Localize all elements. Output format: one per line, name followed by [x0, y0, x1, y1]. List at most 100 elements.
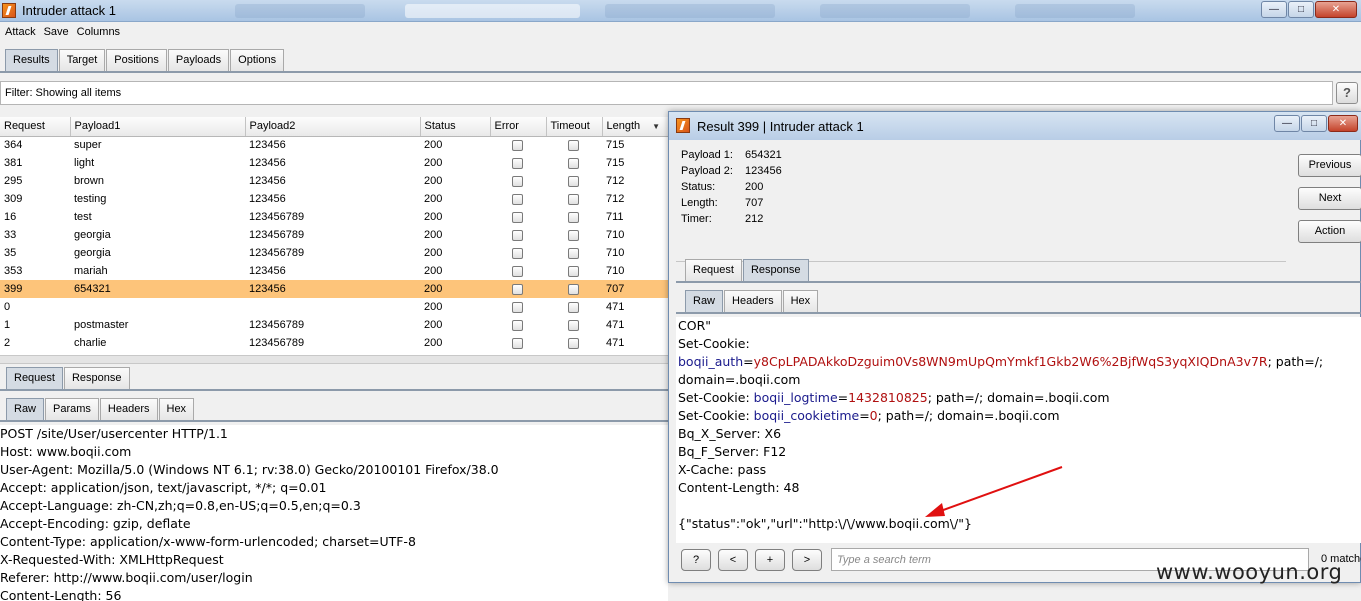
search-next-button[interactable]: > — [792, 549, 822, 571]
cell-status: 200 — [424, 301, 443, 313]
tab-results[interactable]: Results — [5, 49, 58, 71]
filter-help-button[interactable]: ? — [1336, 82, 1358, 104]
request-editor[interactable]: POST /site/User/usercenter HTTP/1.1 Host:… — [0, 425, 668, 601]
sort-desc-icon: ▼ — [652, 122, 661, 132]
detail-tabs: Request Response — [6, 367, 131, 389]
table-row[interactable]: 16 test 123456789 200 711 — [0, 208, 668, 226]
cell-payload1: georgia — [74, 229, 111, 241]
maximize-button[interactable]: □ — [1288, 1, 1314, 18]
table-row[interactable]: 295 brown 123456 200 712 — [0, 172, 668, 190]
error-checkbox[interactable] — [512, 337, 523, 349]
tab-positions[interactable]: Positions — [106, 49, 167, 71]
tab-options[interactable]: Options — [230, 49, 285, 71]
timeout-checkbox[interactable] — [568, 229, 579, 241]
popup-tab-raw[interactable]: Raw — [685, 290, 724, 312]
popup-close-button[interactable]: ✕ — [1328, 115, 1358, 132]
col-error[interactable]: Error — [490, 117, 547, 137]
error-checkbox[interactable] — [512, 157, 523, 169]
tab-headers[interactable]: Headers — [99, 398, 158, 420]
tab-payloads[interactable]: Payloads — [167, 49, 230, 71]
filter-bar[interactable]: Filter: Showing all items — [0, 81, 1333, 105]
timeout-checkbox[interactable] — [568, 283, 579, 295]
col-payload1[interactable]: Payload1 — [70, 117, 246, 137]
tab-raw[interactable]: Raw — [6, 398, 45, 420]
col-timeout[interactable]: Timeout — [546, 117, 603, 137]
action-button[interactable]: Action — [1298, 220, 1361, 243]
next-button[interactable]: Next — [1298, 187, 1361, 210]
menu-attack[interactable]: Attack — [0, 23, 39, 38]
timeout-checkbox[interactable] — [568, 139, 579, 151]
cell-timeout — [546, 172, 602, 190]
response-line: Set-Cookie: boqii_cookietime=0; path=/; … — [678, 407, 1360, 425]
timeout-checkbox[interactable] — [568, 337, 579, 349]
col-status[interactable]: Status — [420, 117, 491, 137]
table-row[interactable]: 353 mariah 123456 200 710 — [0, 262, 668, 280]
error-checkbox[interactable] — [512, 265, 523, 277]
menu-columns[interactable]: Columns — [72, 23, 123, 38]
menu-save[interactable]: Save — [39, 23, 72, 38]
table-row[interactable]: 364 super 123456 200 715 — [0, 136, 668, 154]
table-row[interactable]: 0 200 471 — [0, 298, 668, 316]
response-editor[interactable]: COR" Set-Cookie: boqii_auth=y8CpLPADAkko… — [676, 317, 1361, 543]
table-row[interactable]: 35 georgia 123456789 200 710 — [0, 244, 668, 262]
error-checkbox[interactable] — [512, 229, 523, 241]
timeout-checkbox[interactable] — [568, 193, 579, 205]
table-row[interactable]: 2 charlie 123456789 200 471 — [0, 334, 668, 352]
tab-response[interactable]: Response — [63, 367, 130, 389]
search-prev-button[interactable]: < — [718, 549, 748, 571]
col-payload2[interactable]: Payload2 — [245, 117, 421, 137]
request-line: User-Agent: Mozilla/5.0 (Windows NT 6.1;… — [0, 462, 499, 477]
timeout-checkbox[interactable] — [568, 247, 579, 259]
timeout-checkbox[interactable] — [568, 265, 579, 277]
cell-request: 353 — [4, 265, 23, 277]
popup-tab-headers[interactable]: Headers — [724, 290, 782, 312]
request-line: Referer: http://www.boqii.com/user/login — [0, 570, 253, 585]
col-length[interactable]: Length ▼ — [602, 117, 668, 137]
timeout-checkbox[interactable] — [568, 157, 579, 169]
table-row[interactable]: 33 georgia 123456789 200 710 — [0, 226, 668, 244]
cell-timeout — [546, 190, 602, 208]
error-checkbox[interactable] — [512, 193, 523, 205]
search-add-button[interactable]: + — [755, 549, 785, 571]
title-bar: Intruder attack 1 — □ ✕ — [0, 0, 1361, 22]
tab-request[interactable]: Request — [6, 367, 63, 389]
response-line: X-Cache: pass — [678, 462, 767, 477]
popup-maximize-button[interactable]: □ — [1301, 115, 1327, 132]
table-row[interactable]: 1 postmaster 123456789 200 471 — [0, 316, 668, 334]
col-request[interactable]: Request — [0, 117, 71, 137]
error-checkbox[interactable] — [512, 319, 523, 331]
popup-minimize-button[interactable]: — — [1274, 115, 1300, 132]
cell-length: 471 — [606, 319, 625, 331]
error-checkbox[interactable] — [512, 283, 523, 295]
cell-error — [490, 190, 546, 208]
timeout-checkbox[interactable] — [568, 211, 579, 223]
popup-view-tab-divider — [676, 312, 1361, 314]
error-checkbox[interactable] — [512, 175, 523, 187]
popup-tab-request[interactable]: Request — [685, 259, 742, 281]
split-divider[interactable] — [0, 355, 668, 364]
main-tabs: Results Target Positions Payloads Option… — [5, 49, 285, 71]
error-checkbox[interactable] — [512, 301, 523, 313]
popup-tab-response[interactable]: Response — [742, 259, 809, 281]
table-row[interactable]: 309 testing 123456 200 712 — [0, 190, 668, 208]
tab-params[interactable]: Params — [45, 398, 99, 420]
timeout-checkbox[interactable] — [568, 175, 579, 187]
cookie-eq: = — [837, 390, 849, 405]
search-help-button[interactable]: ? — [681, 549, 711, 571]
timeout-checkbox[interactable] — [568, 301, 579, 313]
error-checkbox[interactable] — [512, 211, 523, 223]
response-line: Content-Length: 48 — [678, 480, 800, 495]
cell-timeout — [546, 298, 602, 316]
table-row[interactable]: 381 light 123456 200 715 — [0, 154, 668, 172]
tab-hex[interactable]: Hex — [158, 398, 195, 420]
popup-tab-hex[interactable]: Hex — [782, 290, 819, 312]
error-checkbox[interactable] — [512, 247, 523, 259]
error-checkbox[interactable] — [512, 139, 523, 151]
minimize-button[interactable]: — — [1261, 1, 1287, 18]
tab-target[interactable]: Target — [58, 49, 106, 71]
close-button[interactable]: ✕ — [1315, 1, 1357, 18]
previous-button[interactable]: Previous — [1298, 154, 1361, 177]
cell-request: 295 — [4, 175, 23, 187]
timeout-checkbox[interactable] — [568, 319, 579, 331]
table-row[interactable]: 399 654321 123456 200 707 — [0, 280, 668, 298]
